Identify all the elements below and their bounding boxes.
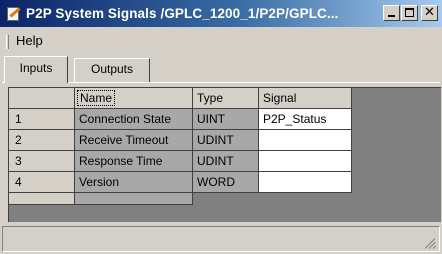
cell-type[interactable]: UDINT — [193, 130, 259, 151]
tab-strip: Inputs Outputs — [0, 56, 442, 83]
cell-signal[interactable] — [259, 130, 352, 151]
cell-signal[interactable]: P2P_Status — [259, 109, 352, 130]
tab-inputs[interactable]: Inputs — [4, 56, 68, 83]
minimize-icon — [388, 15, 395, 17]
grid-corner-header[interactable] — [9, 88, 75, 109]
row-header[interactable]: 1 — [9, 109, 75, 130]
menu-grip-handle[interactable] — [6, 35, 9, 49]
maximize-icon — [405, 8, 414, 17]
column-header-name-label: Name — [77, 90, 116, 106]
row-header[interactable]: 4 — [9, 172, 75, 193]
cell-type[interactable]: UINT — [193, 109, 259, 130]
cell-name[interactable]: Version — [75, 172, 193, 193]
resize-grip-icon[interactable] — [424, 236, 437, 249]
caption-buttons: ✕ — [382, 4, 438, 21]
minimize-button[interactable] — [383, 5, 400, 21]
tab-outputs[interactable]: Outputs — [74, 58, 150, 82]
new-row-cell[interactable] — [75, 193, 193, 205]
p2p-signals-icon[interactable] — [6, 6, 22, 22]
column-header-name[interactable]: Name — [75, 88, 193, 109]
p2p-system-signals-window: P2P System Signals /GPLC_1200_1/P2P/GPLC… — [0, 0, 442, 254]
row-header[interactable]: 3 — [9, 151, 75, 172]
menu-item-help[interactable]: Help — [16, 33, 43, 48]
cell-signal[interactable] — [259, 151, 352, 172]
cell-name[interactable]: Receive Timeout — [75, 130, 193, 151]
cell-type[interactable]: WORD — [193, 172, 259, 193]
cell-name[interactable]: Connection State — [75, 109, 193, 130]
cell-name[interactable]: Response Time — [75, 151, 193, 172]
cell-type[interactable]: UDINT — [193, 151, 259, 172]
signals-grid[interactable]: Name Type Signal 1 Connection State UINT… — [8, 87, 441, 222]
close-icon: ✕ — [424, 4, 435, 19]
title-bar[interactable]: P2P System Signals /GPLC_1200_1/P2P/GPLC… — [0, 0, 442, 27]
close-button[interactable]: ✕ — [421, 4, 438, 21]
row-header[interactable]: 2 — [9, 130, 75, 151]
status-bar — [2, 226, 440, 252]
window-title: P2P System Signals /GPLC_1200_1/P2P/GPLC… — [26, 6, 339, 21]
menu-bar: Help — [0, 30, 442, 52]
maximize-button[interactable] — [401, 5, 418, 21]
column-header-type[interactable]: Type — [193, 88, 259, 109]
column-header-signal[interactable]: Signal — [259, 88, 352, 109]
new-row-header[interactable] — [9, 193, 75, 205]
cell-signal[interactable] — [259, 172, 352, 193]
